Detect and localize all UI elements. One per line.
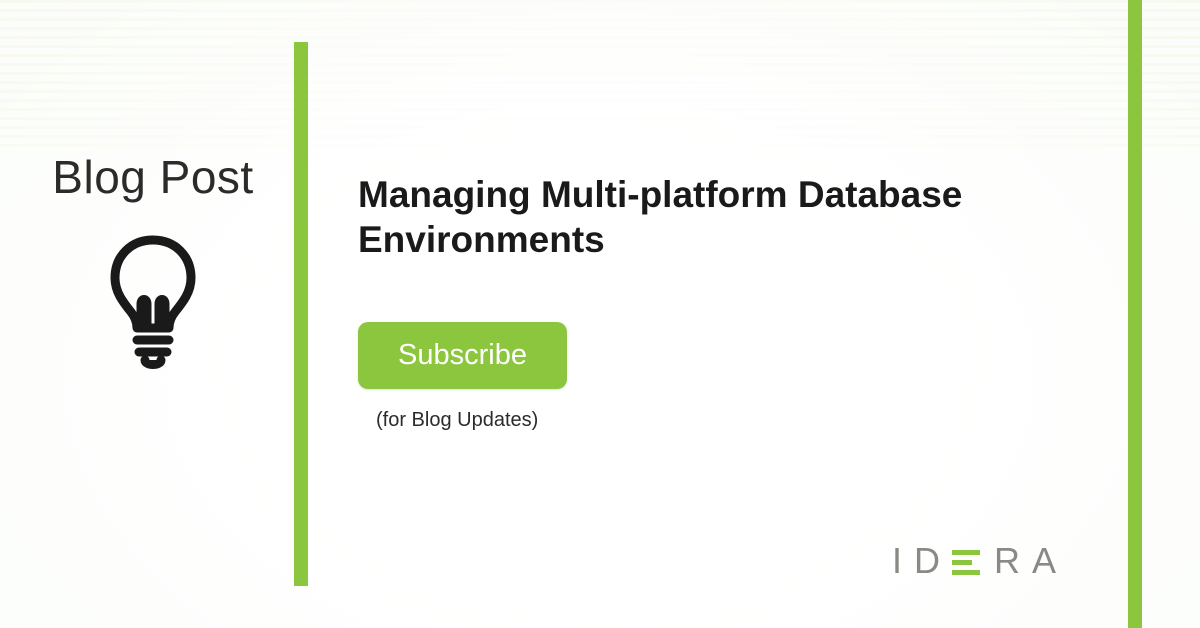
accent-bar-right bbox=[1128, 0, 1142, 628]
logo-text-ra: RA bbox=[994, 540, 1068, 582]
logo-text-id: ID bbox=[892, 540, 952, 582]
post-title: Managing Multi-platform Database Environ… bbox=[358, 172, 1058, 262]
logo-e-icon bbox=[952, 550, 980, 575]
accent-bar-divider bbox=[294, 42, 308, 586]
lightbulb-icon bbox=[103, 232, 203, 372]
background-stripes bbox=[0, 0, 1200, 150]
idera-logo: ID RA bbox=[892, 540, 1068, 582]
subscribe-note: (for Blog Updates) bbox=[376, 409, 1058, 432]
left-column: Blog Post bbox=[28, 150, 278, 372]
subscribe-button[interactable]: Subscribe bbox=[358, 322, 567, 389]
category-label: Blog Post bbox=[28, 150, 278, 204]
main-column: Managing Multi-platform Database Environ… bbox=[358, 172, 1058, 432]
